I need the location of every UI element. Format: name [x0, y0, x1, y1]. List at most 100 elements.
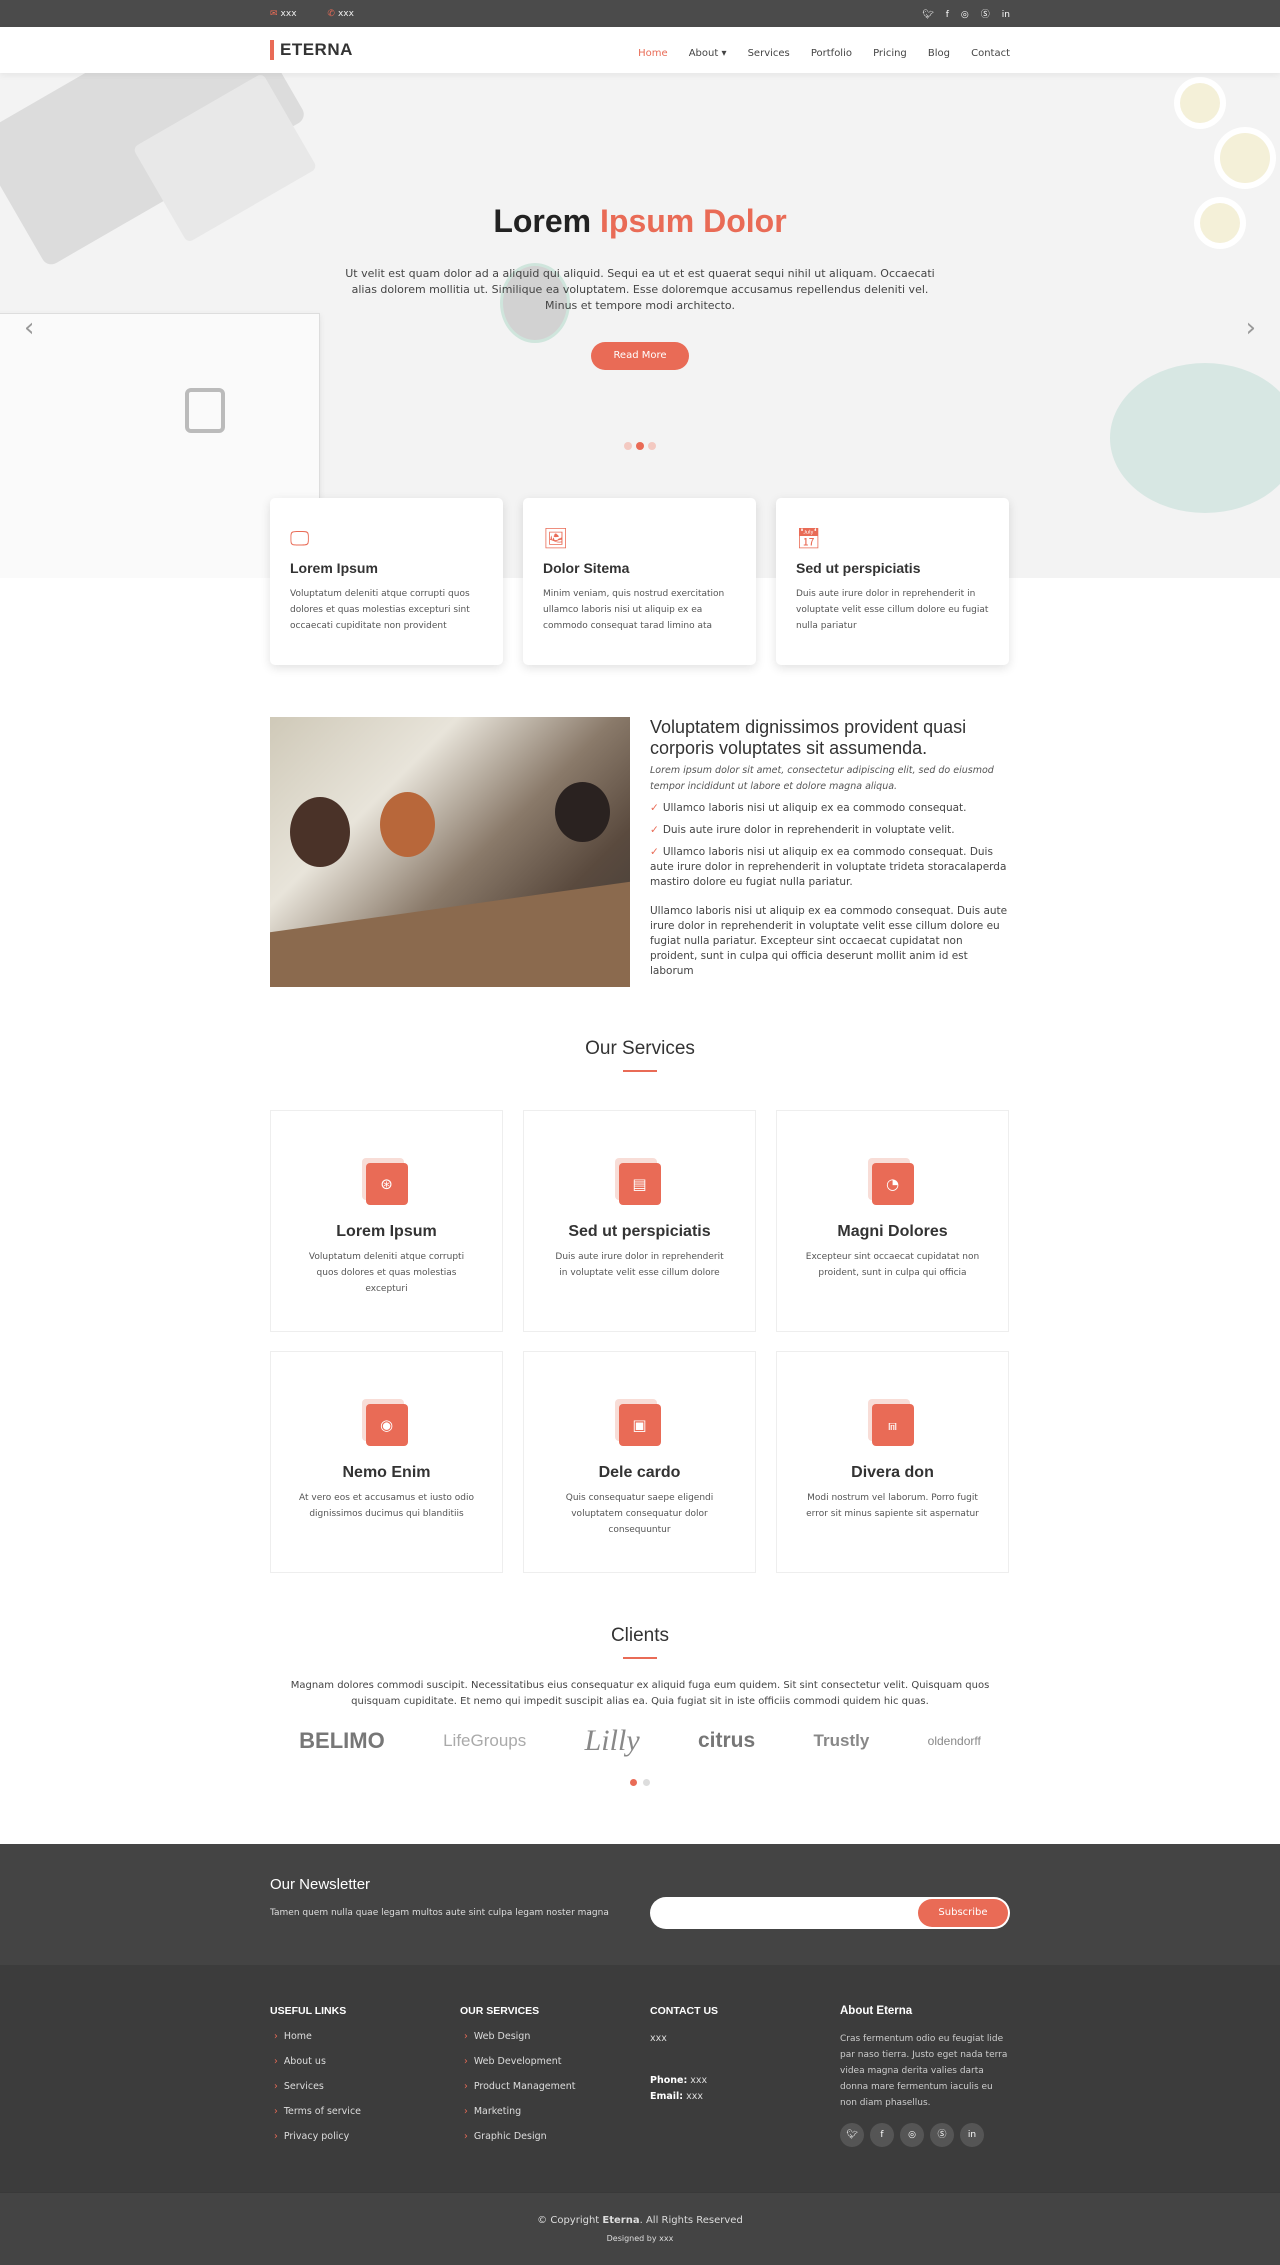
tachometer-icon: ◔ — [867, 1158, 914, 1205]
client-logos: BELIMO LifeGroups Lilly citrus Trustly o… — [270, 1724, 1010, 1758]
service-card: ▣ Dele cardo Quis consequatur saepe eligen… — [523, 1351, 756, 1573]
chevron-right-icon: › — [274, 2031, 278, 2042]
instagram-icon[interactable]: ◎ — [961, 10, 969, 20]
newsletter-email-input[interactable] — [650, 1897, 910, 1929]
service-title[interactable]: Magni Dolores — [777, 1223, 1008, 1241]
icon-box-title[interactable]: Lorem Ipsum — [290, 560, 483, 576]
chevron-right-icon: › — [464, 2106, 468, 2117]
footer-link[interactable]: › Web Design — [460, 2031, 650, 2056]
client-logo-trustly[interactable]: Trustly — [814, 1731, 870, 1751]
logo[interactable]: ETERNA — [270, 40, 353, 60]
about-paragraph: Ullamco laboris nisi ut aliquip ex ea co… — [650, 905, 1008, 977]
carousel-dot[interactable] — [643, 1779, 650, 1786]
nav-home[interactable]: Home — [638, 48, 668, 59]
newsletter-text: Tamen quem nulla quae legam multos aute … — [270, 1908, 609, 1918]
client-logo-belimo[interactable]: BELIMO — [299, 1728, 385, 1754]
email-contact[interactable]: ✉ xxx — [270, 9, 311, 19]
nav-contact[interactable]: Contact — [971, 48, 1010, 59]
footer-useful-links: USEFUL LINKS › Home › About us › Services › Ter… — [270, 2005, 460, 2156]
phone-contact[interactable]: ✆ xxx — [327, 9, 368, 19]
client-logo-oldendorff[interactable]: oldendorff — [928, 1734, 981, 1748]
service-title[interactable]: Nemo Enim — [271, 1464, 502, 1482]
skype-icon[interactable]: Ⓢ — [981, 10, 990, 20]
icon-boxes: 🖵︎ Lorem Ipsum Voluptatum deleniti atque… — [270, 498, 1010, 665]
contact-phone: Phone: xxx — [650, 2075, 708, 2086]
footer-our-services: OUR SERVICES › Web Design › Web Development… — [460, 2005, 650, 2156]
nav-services[interactable]: Services — [748, 48, 790, 59]
read-more-button[interactable]: Read More — [591, 342, 689, 370]
nav-about[interactable]: About ▾ — [689, 48, 727, 59]
service-card: ⩎ Divera don Modi nostrum vel laborum. Por… — [776, 1351, 1009, 1573]
chevron-right-icon: › — [464, 2081, 468, 2092]
subscribe-button[interactable]: Subscribe — [918, 1899, 1008, 1927]
team-photo — [270, 717, 630, 987]
header: ETERNA Home About ▾ Services Portfolio P… — [0, 27, 1280, 73]
check-circle-icon: ✓ — [650, 802, 659, 814]
services-grid: ⊛ Lorem Ipsum Voluptatum deleniti atque co… — [270, 1110, 1010, 1573]
carousel-dot[interactable] — [648, 442, 656, 450]
twitter-icon[interactable]: 🐦︎ — [840, 2123, 864, 2147]
client-logo-lifegroups[interactable]: LifeGroups — [443, 1731, 526, 1751]
copyright-bar: © Copyright Eterna. All Rights Reserved … — [0, 2192, 1280, 2265]
footer-link[interactable]: › Product Management — [460, 2081, 650, 2106]
skype-icon[interactable]: Ⓢ — [930, 2123, 954, 2147]
envelope-icon: ✉ — [270, 8, 278, 19]
footer-link[interactable]: › Terms of service — [270, 2106, 460, 2131]
calendar-icon: 📅︎ — [796, 526, 822, 550]
main-nav: Home About ▾ Services Portfolio Pricing … — [622, 41, 1010, 60]
service-card: ⊛ Lorem Ipsum Voluptatum deleniti atque co… — [270, 1110, 503, 1332]
carousel-dot[interactable] — [624, 442, 632, 450]
footer-link[interactable]: › Home — [270, 2031, 460, 2056]
icon-box-text: Duis aute irure dolor in reprehenderit i… — [796, 589, 989, 631]
footer-link[interactable]: › Graphic Design — [460, 2131, 650, 2156]
linkedin-icon[interactable]: in — [1002, 10, 1010, 20]
linkedin-icon[interactable]: in — [960, 2123, 984, 2147]
file-icon: ▤ — [614, 1158, 661, 1205]
twitter-icon[interactable]: 🐦︎ — [922, 10, 933, 20]
footer-about: About Eterna Cras fermentum odio eu feug… — [840, 2005, 1010, 2156]
hero-title: Lorem Ipsum Dolor — [493, 203, 787, 239]
newsletter-title: Our Newsletter — [270, 1876, 371, 1893]
list-item: ✓ Duis aute irure dolor in reprehenderit … — [650, 824, 955, 836]
footer-link[interactable]: › About us — [270, 2056, 460, 2081]
carousel-dot-active[interactable] — [630, 1779, 637, 1786]
nav-blog[interactable]: Blog — [928, 48, 950, 59]
clients-carousel-indicators — [0, 1779, 1280, 1786]
service-text: Modi nostrum vel laborum. Porro fugit er… — [806, 1493, 979, 1519]
monitor-icon: 🖵︎ — [290, 526, 310, 550]
phone-icon: ✆ — [327, 8, 335, 19]
clients-title: Clients — [0, 1625, 1280, 1659]
carousel-dot-active[interactable] — [636, 442, 644, 450]
chevron-right-icon: › — [464, 2056, 468, 2067]
service-title[interactable]: Dele cardo — [524, 1464, 755, 1482]
icon-box: 🖼︎ Dolor Sitema Minim veniam, quis nostr… — [523, 498, 756, 665]
service-title[interactable]: Divera don — [777, 1464, 1008, 1482]
check-circle-icon: ✓ — [650, 824, 659, 836]
hero-text: Ut velit est quam dolor ad a aliquid qui… — [345, 267, 935, 312]
chevron-right-icon: › — [274, 2131, 278, 2142]
instagram-icon[interactable]: ◎ — [900, 2123, 924, 2147]
chevron-right-icon: › — [274, 2081, 278, 2092]
footer-link[interactable]: › Services — [270, 2081, 460, 2106]
footer-link[interactable]: › Marketing — [460, 2106, 650, 2131]
service-title[interactable]: Sed ut perspiciatis — [524, 1223, 755, 1241]
footer: USEFUL LINKS › Home › About us › Services › Ter… — [0, 1965, 1280, 2192]
nav-portfolio[interactable]: Portfolio — [811, 48, 852, 59]
nav-pricing[interactable]: Pricing — [873, 48, 907, 59]
footer-link[interactable]: › Privacy policy — [270, 2131, 460, 2156]
icon-box-title[interactable]: Sed ut perspiciatis — [796, 560, 989, 576]
chevron-right-icon: › — [274, 2106, 278, 2117]
facebook-icon[interactable]: f — [870, 2123, 894, 2147]
service-text: Excepteur sint occaecat cupidatat non pr… — [805, 1252, 980, 1278]
service-title[interactable]: Lorem Ipsum — [271, 1223, 502, 1241]
presentation-icon: ▣ — [614, 1399, 661, 1446]
flower-image — [1220, 133, 1270, 183]
facebook-icon[interactable]: f — [946, 10, 949, 20]
service-text: Quis consequatur saepe eligendi voluptat… — [565, 1493, 714, 1535]
icon-box-title[interactable]: Dolor Sitema — [543, 560, 736, 576]
client-logo-lilly[interactable]: Lilly — [585, 1724, 640, 1758]
footer-link[interactable]: › Web Development — [460, 2056, 650, 2081]
about-section: Voluptatem dignissimos provident quasi c… — [270, 717, 1010, 987]
client-logo-citrus[interactable]: citrus — [698, 1729, 755, 1753]
service-card: ◉ Nemo Enim At vero eos et accusamus et iu… — [270, 1351, 503, 1573]
